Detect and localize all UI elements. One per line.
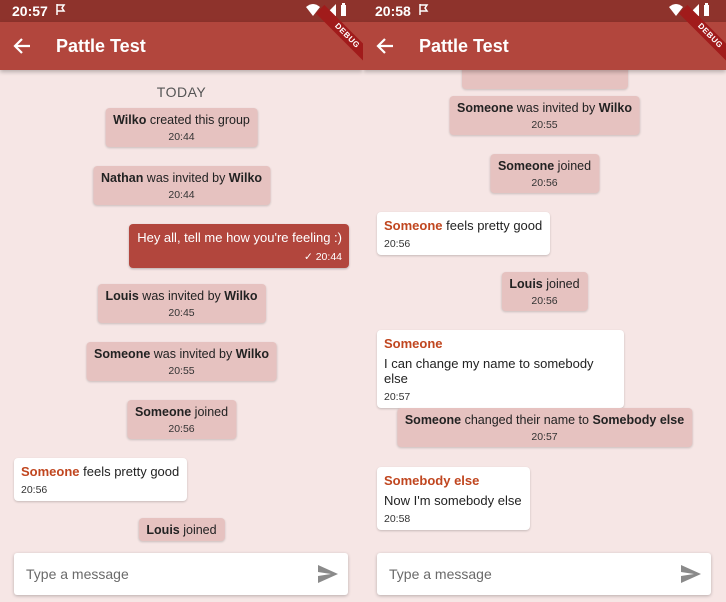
message-text: feels pretty good [79,464,180,479]
back-button[interactable] [363,22,407,70]
status-time: 20:58 [375,3,411,19]
message-list[interactable]: TODAY Wilko created this group 20:44 Nat… [0,70,363,545]
message-text: Hey all, tell me how you're feeling :) [137,230,342,245]
event-actor: Someone [94,347,151,361]
message-text: Now I'm somebody else [384,493,522,508]
event-time: 20:44 [168,189,195,201]
message-list[interactable]: Someone was invited by Wilko 20:55 Someo… [363,70,726,545]
event-target: Wilko [235,347,269,361]
system-event: Someone joined 20:56 [126,400,237,439]
battery-icon [341,3,346,16]
event-text: joined [191,405,229,419]
message-time: 20:56 [384,238,411,250]
message-input[interactable] [387,555,671,593]
event-time: 20:44 [168,131,195,143]
sender-name: Someone [384,336,443,351]
event-target: Wilko [598,101,632,115]
event-time: 20:56 [531,177,558,189]
system-event: Someone changed their name to Somebody e… [396,408,693,447]
status-time: 20:57 [12,3,48,19]
page-title: Pattle Test [56,35,146,56]
status-bar: 20:58 [363,0,726,22]
notification-icon [56,4,66,18]
event-text: was invited by [143,171,229,185]
event-time: 20:56 [168,423,195,435]
outgoing-message[interactable]: Hey all, tell me how you're feeling :) ✓… [129,224,349,268]
message-text: I can change my name to somebody else [384,356,594,386]
event-time: 20:56 [531,295,558,307]
sender-name: Someone [384,218,443,233]
message-time: 20:58 [384,513,411,525]
event-actor: Louis [146,523,180,537]
event-time: 20:55 [531,119,558,131]
message-composer [14,553,348,595]
system-event: Louis joined [138,518,225,541]
event-text: was invited by [150,347,236,361]
event-actor: Someone [497,159,555,173]
event-actor: Someone [404,413,462,427]
incoming-message[interactable]: Someone I can change my name to somebody… [377,330,624,408]
incoming-message[interactable]: Someone feels pretty good 20:56 [14,458,188,501]
send-button[interactable] [308,554,348,594]
event-text: joined [179,523,217,537]
event-text: was invited by [138,289,225,303]
event-actor: Someone [134,405,192,419]
system-event: Someone was invited by Wilko 20:55 [449,96,640,135]
app-bar: Pattle Test DEBUG [363,4,726,70]
event-time: 20:55 [168,365,195,377]
app-bar: Pattle Test DEBUG [0,4,363,70]
sender-name: Someone [21,464,80,479]
notification-icon [419,4,429,18]
send-button[interactable] [671,554,711,594]
arrow-back-icon [13,38,30,54]
event-target: Somebody else [592,413,685,427]
battery-icon [704,3,709,16]
chat-screen-left: 20:57 Pattle Test DEBUG TODAY Wilko crea… [0,0,363,602]
arrow-back-icon [376,38,393,54]
back-button[interactable] [0,22,44,70]
message-time: 20:56 [21,484,48,496]
system-event: Nathan was invited by Wilko 20:44 [92,166,271,205]
system-event: Louis joined 20:56 [501,272,588,311]
message-input[interactable] [24,555,308,593]
check-icon: ✓ [303,251,313,263]
event-actor: Louis [105,289,139,303]
event-actor: Someone [457,101,514,115]
send-icon [318,565,338,583]
message-time: 20:57 [384,391,411,403]
system-event: Wilko created this group 20:44 [105,108,258,147]
incoming-message[interactable]: Someone feels pretty good 20:56 [377,212,551,255]
system-event: Someone was invited by Wilko 20:55 [86,342,277,381]
message-time: 20:44 [315,251,342,263]
system-event: Someone joined 20:56 [489,154,600,193]
event-text: created this group [146,113,250,127]
event-time: 20:57 [531,431,558,443]
message-text: feels pretty good [442,218,543,233]
event-text: was invited by [513,101,599,115]
system-event: Louis was invited by Wilko 20:45 [97,284,266,323]
incoming-message[interactable]: Somebody else Now I'm somebody else 20:5… [377,467,530,530]
message-composer [377,553,711,595]
event-actor: Louis [509,277,543,291]
event-text: joined [542,277,580,291]
event-time: 20:45 [168,307,195,319]
chat-screen-right: 20:58 Pattle Test DEBUG Someone was invi… [363,0,726,602]
system-event-partial [461,70,628,89]
event-target: Wilko [224,289,258,303]
event-actor: Nathan [100,171,144,185]
event-actor: Wilko [113,113,147,127]
date-separator: TODAY [156,84,207,100]
status-bar: 20:57 [0,0,363,22]
send-icon [681,565,701,583]
sender-name: Somebody else [384,473,480,488]
page-title: Pattle Test [419,35,509,56]
event-text: changed their name to [461,413,593,427]
event-target: Wilko [228,171,263,185]
event-text: joined [554,159,592,173]
